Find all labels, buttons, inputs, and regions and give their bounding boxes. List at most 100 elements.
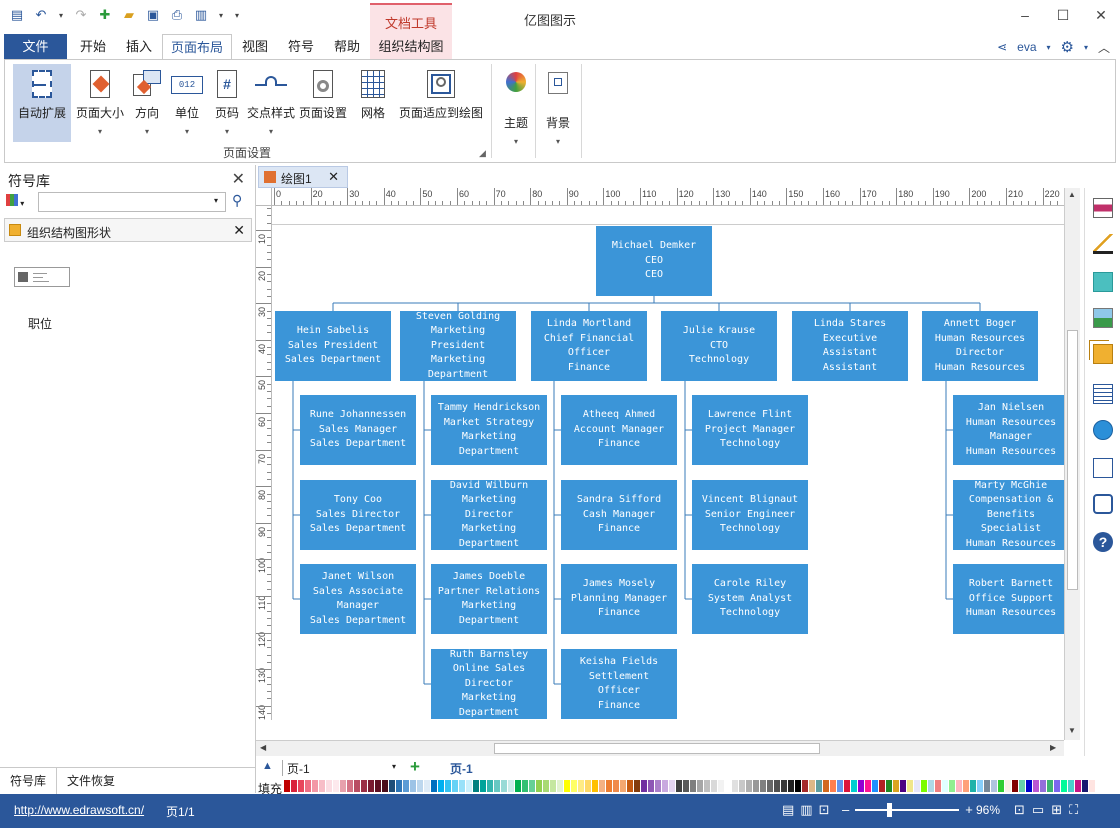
color-swatch[interactable] xyxy=(312,780,318,792)
color-swatch[interactable] xyxy=(1026,780,1032,792)
shadow-icon[interactable] xyxy=(1093,272,1113,292)
minimize-button[interactable]: – xyxy=(1006,0,1044,30)
color-swatch[interactable] xyxy=(858,780,864,792)
color-swatch[interactable] xyxy=(739,780,745,792)
color-swatch[interactable] xyxy=(1061,780,1067,792)
color-swatch[interactable] xyxy=(956,780,962,792)
color-swatch[interactable] xyxy=(1012,780,1018,792)
scroll-right-icon[interactable]: ▶ xyxy=(1050,743,1056,752)
color-swatch[interactable] xyxy=(711,780,717,792)
color-swatch[interactable] xyxy=(760,780,766,792)
library-menu-icon[interactable]: ▾ xyxy=(6,194,24,209)
horizontal-scroll-thumb[interactable] xyxy=(494,743,820,754)
color-swatch[interactable] xyxy=(648,780,654,792)
undo-icon[interactable]: ↶ xyxy=(32,6,50,24)
org-node-ceo[interactable]: Michael Demker CEO CEO xyxy=(596,226,712,296)
org-node-c4c[interactable]: Carole Riley System Analyst Technology xyxy=(692,564,808,634)
color-swatch[interactable] xyxy=(494,780,500,792)
color-swatch[interactable] xyxy=(529,780,535,792)
org-node-d5[interactable]: Linda Stares Executive Assistant Assistant xyxy=(792,311,908,381)
color-swatch[interactable] xyxy=(410,780,416,792)
color-swatch[interactable] xyxy=(1033,780,1039,792)
color-swatch[interactable] xyxy=(1082,780,1088,792)
auto-expand-button[interactable]: 自动扩展 xyxy=(13,64,71,142)
unit-button[interactable]: 012 单位 ▾ xyxy=(167,64,207,142)
expand-pages-icon[interactable]: ▲ xyxy=(262,760,273,772)
color-swatch[interactable] xyxy=(466,780,472,792)
page-properties-icon[interactable] xyxy=(1093,384,1113,404)
customize-toolbar-icon[interactable]: ▾ xyxy=(232,6,242,24)
color-swatch[interactable] xyxy=(872,780,878,792)
zoom-out-icon[interactable]: – xyxy=(842,802,849,817)
scroll-up-icon[interactable]: ▲ xyxy=(1068,190,1076,199)
color-swatch[interactable] xyxy=(781,780,787,792)
color-swatch[interactable] xyxy=(424,780,430,792)
color-swatch[interactable] xyxy=(1089,780,1095,792)
org-node-d1[interactable]: Hein Sabelis Sales President Sales Departm… xyxy=(275,311,391,381)
zoom-in-icon[interactable]: + xyxy=(965,802,973,817)
color-swatch[interactable] xyxy=(501,780,507,792)
color-swatch[interactable] xyxy=(984,780,990,792)
page-selector-dropdown-icon[interactable]: ▾ xyxy=(392,762,396,771)
export-dropdown-icon[interactable]: ▾ xyxy=(216,6,226,24)
tab-file-recovery[interactable]: 文件恢复 xyxy=(57,768,125,794)
page-number-button[interactable]: # 页码 ▾ xyxy=(207,64,247,142)
org-node-c3c[interactable]: James Mosely Planning Manager Finance xyxy=(561,564,677,634)
color-swatch[interactable] xyxy=(557,780,563,792)
color-swatch[interactable] xyxy=(620,780,626,792)
junction-style-button[interactable]: 交点样式 ▾ xyxy=(245,64,297,142)
color-swatch[interactable] xyxy=(382,780,388,792)
color-swatch[interactable] xyxy=(564,780,570,792)
maximize-button[interactable]: ☐ xyxy=(1044,0,1082,30)
color-swatch[interactable] xyxy=(704,780,710,792)
color-swatch[interactable] xyxy=(354,780,360,792)
grid-button[interactable]: 网格 xyxy=(353,64,393,142)
color-swatch[interactable] xyxy=(333,780,339,792)
color-swatch[interactable] xyxy=(578,780,584,792)
color-swatch[interactable] xyxy=(879,780,885,792)
undo-dropdown-icon[interactable]: ▾ xyxy=(56,6,66,24)
attachment-icon[interactable] xyxy=(1093,458,1113,478)
color-swatch[interactable] xyxy=(697,780,703,792)
color-swatch[interactable] xyxy=(291,780,297,792)
page-setup-button[interactable]: 页面设置 xyxy=(297,64,349,142)
color-swatch[interactable] xyxy=(774,780,780,792)
org-node-c6c[interactable]: Robert Barnett Office Support Human Resour… xyxy=(953,564,1064,634)
tab-symbol-library[interactable]: 符号库 xyxy=(0,768,58,794)
color-swatch[interactable] xyxy=(746,780,752,792)
open-file-icon[interactable]: ▰ xyxy=(120,6,138,24)
color-swatch[interactable] xyxy=(851,780,857,792)
close-button[interactable]: ✕ xyxy=(1082,0,1120,30)
color-swatch[interactable] xyxy=(585,780,591,792)
background-button[interactable]: 背景 ▾ xyxy=(541,64,575,146)
color-swatch[interactable] xyxy=(893,780,899,792)
org-node-c3d[interactable]: Keisha Fields Settlement Officer Finance xyxy=(561,649,677,719)
color-swatch[interactable] xyxy=(480,780,486,792)
color-swatch[interactable] xyxy=(942,780,948,792)
collapse-ribbon-icon[interactable]: ︿ xyxy=(1098,39,1110,56)
fit-width-icon[interactable]: ▭ xyxy=(1032,802,1044,818)
color-swatch[interactable] xyxy=(459,780,465,792)
color-swatch[interactable] xyxy=(900,780,906,792)
color-swatch[interactable] xyxy=(473,780,479,792)
org-node-c3a[interactable]: Atheeq Ahmed Account Manager Finance xyxy=(561,395,677,465)
org-node-d6[interactable]: Annett Boger Human Resources Director Human… xyxy=(922,311,1038,381)
color-swatch[interactable] xyxy=(998,780,1004,792)
fullscreen-icon[interactable]: ⛶ xyxy=(1069,802,1078,818)
fit-drawing-icon[interactable]: ⊞ xyxy=(1051,802,1062,818)
color-swatch[interactable] xyxy=(753,780,759,792)
color-swatch[interactable] xyxy=(1068,780,1074,792)
color-swatch[interactable] xyxy=(445,780,451,792)
help-icon[interactable]: ? xyxy=(1093,532,1113,552)
dialog-launcher-icon[interactable]: ◢ xyxy=(479,148,486,159)
settings-dropdown-icon[interactable]: ▾ xyxy=(1084,43,1088,52)
color-swatch[interactable] xyxy=(606,780,612,792)
color-swatch[interactable] xyxy=(627,780,633,792)
color-swatch[interactable] xyxy=(522,780,528,792)
document-tab[interactable]: 绘图1 ✕ xyxy=(258,166,348,188)
color-swatch[interactable] xyxy=(844,780,850,792)
app-menu-icon[interactable]: ▤ xyxy=(8,6,26,24)
color-swatch[interactable] xyxy=(1075,780,1081,792)
color-swatch[interactable] xyxy=(802,780,808,792)
color-swatch[interactable] xyxy=(396,780,402,792)
